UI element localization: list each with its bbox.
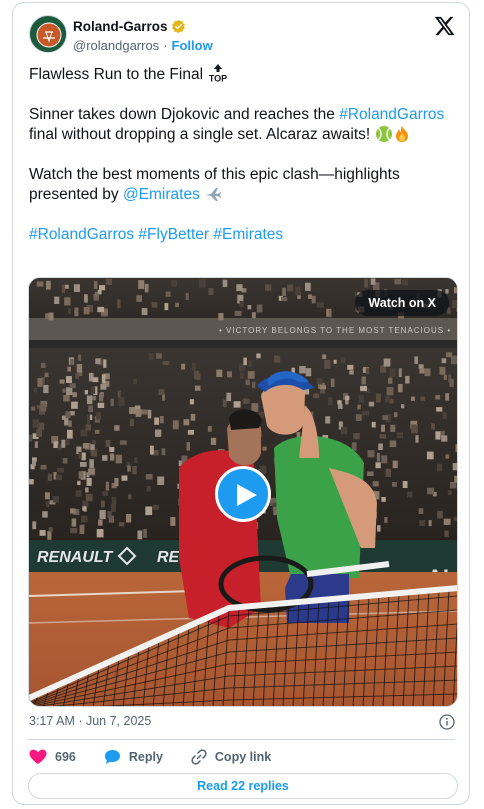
action-bar: 696 Reply Copy link — [29, 747, 299, 767]
tweet-paragraph-2: Sinner takes down Djokovic and reaches t… — [29, 105, 449, 145]
info-icon[interactable] — [439, 714, 455, 730]
copy-link-label: Copy link — [214, 750, 272, 764]
play-button[interactable] — [215, 466, 271, 522]
avatar[interactable] — [29, 15, 67, 53]
sponsor-re: RE — [157, 549, 181, 566]
hashtag-row: #RolandGarros #FlyBetter #Emirates — [29, 225, 449, 245]
tweet-meta: 3:17 AM · Jun 7, 2025 — [29, 714, 455, 732]
x-logo-icon[interactable] — [433, 15, 455, 37]
tennis-ball-emoji-icon — [375, 126, 392, 142]
svg-text:TOP: TOP — [209, 74, 227, 84]
tweet-text: Flawless Run to the Final TOP Sinner tak… — [29, 63, 449, 245]
heart-icon — [29, 749, 47, 764]
separator-dot: · — [163, 38, 168, 53]
reply-label: Reply — [128, 750, 163, 764]
airplane-emoji-icon — [206, 188, 222, 201]
link-icon — [191, 749, 207, 765]
video-thumbnail[interactable]: • VICTORY BELONGS TO THE MOST TENACIOUS … — [28, 277, 458, 707]
stadium-banner-text: • VICTORY BELONGS TO THE MOST TENACIOUS … — [219, 326, 451, 335]
tweet-card: Roland-Garros @rolandgarros · Follow Fla… — [12, 2, 470, 805]
divider — [27, 739, 455, 740]
roland-garros-logo — [31, 17, 66, 52]
author-info: Roland-Garros @rolandgarros · Follow — [73, 18, 213, 53]
tweet-paragraph-3: Watch the best moments of this epic clas… — [29, 165, 449, 205]
tweet-header: Roland-Garros @rolandgarros · Follow — [29, 15, 455, 55]
hashtag-flybetter[interactable]: #FlyBetter — [138, 226, 209, 243]
top-arrow-emoji-icon: TOP — [209, 64, 228, 84]
read-replies-button[interactable]: Read 22 replies — [28, 773, 458, 799]
headline: Flawless Run to the Final — [29, 66, 204, 83]
sponsor-renault: RENAULT — [37, 549, 113, 566]
reply-bubble-icon — [104, 750, 120, 764]
paragraph-2-text-b: final without dropping a single set. Alc… — [29, 126, 371, 143]
display-name[interactable]: Roland-Garros — [73, 19, 168, 34]
hashtag-rolandgarros-2[interactable]: #RolandGarros — [29, 226, 134, 243]
fire-emoji-icon — [395, 126, 408, 142]
play-icon — [237, 484, 257, 506]
watch-on-x-button[interactable]: Watch on X — [355, 290, 449, 316]
tweet-line-1: Flawless Run to the Final TOP — [29, 63, 449, 85]
like-count: 696 — [55, 750, 76, 764]
hashtag-emirates[interactable]: #Emirates — [213, 226, 283, 243]
hashtag-rolandgarros[interactable]: #RolandGarros — [339, 106, 444, 123]
follow-button[interactable]: Follow — [172, 38, 213, 53]
verified-badge-icon — [171, 19, 185, 34]
like-button[interactable]: 696 — [29, 749, 76, 765]
reply-button[interactable]: Reply — [104, 749, 163, 765]
mention-emirates[interactable]: @Emirates — [123, 186, 200, 203]
paragraph-2-text: Sinner takes down Djokovic and reaches t… — [29, 106, 335, 123]
timestamp[interactable]: 3:17 AM · Jun 7, 2025 — [29, 714, 151, 728]
handle[interactable]: @rolandgarros — [73, 38, 159, 53]
copy-link-button[interactable]: Copy link — [191, 749, 271, 765]
